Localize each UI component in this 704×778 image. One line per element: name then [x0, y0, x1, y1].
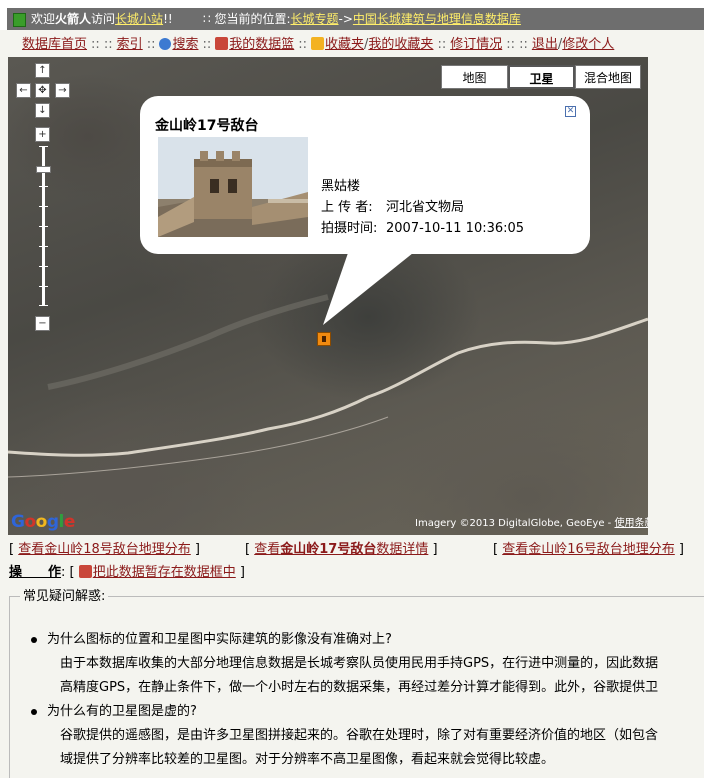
site-link[interactable]: 长城小站	[115, 12, 163, 26]
faq-question: 为什么有的卫星图是虚的?	[47, 704, 197, 719]
faq-answer: 由于本数据库收集的大部分地理信息数据是长城考察队员使用民用手持GPS，在行进中测…	[47, 652, 658, 676]
welcome-prefix: 欢迎	[31, 12, 56, 26]
cur-name: 金山岭17号敌台	[280, 542, 377, 557]
breadcrumb-topic[interactable]: 长城专题	[291, 12, 339, 26]
time-value: 2007-10-11 10:36:05	[386, 221, 525, 236]
time-label: 拍摄时间:	[321, 221, 378, 236]
welcome-suffix: !!	[163, 12, 173, 26]
breadcrumb-database[interactable]: 中国长城建筑与地理信息数据库	[353, 12, 521, 26]
logo-letter: o	[35, 512, 48, 532]
welcome-middle: 访问	[91, 12, 116, 26]
nav-index[interactable]: 索引	[117, 37, 143, 52]
faq-answer: 域提供了分辨率比较差的卫星图。对于分辨率不高卫星图像，看起来就会觉得比较虚。	[47, 748, 658, 772]
tower-marker-icon[interactable]	[317, 332, 331, 346]
current-tower-link[interactable]: 查看金山岭17号敌台数据详情	[254, 542, 428, 557]
location-label: ∷ 您当前的位置:	[203, 12, 291, 26]
prev-pre: 查看	[18, 542, 45, 557]
close-icon[interactable]: ✕	[565, 106, 576, 117]
watchtower-image	[158, 137, 308, 237]
cur-pre: 查看	[254, 542, 281, 557]
cur-post: 数据详情	[376, 542, 429, 557]
uploader-label: 上 传 者:	[321, 200, 373, 215]
save-to-basket-link[interactable]: 把此数据暂存在数据框中	[93, 565, 236, 580]
logo-letter: g	[46, 512, 59, 532]
search-icon	[159, 38, 172, 50]
faq-answer-line: 谷歌提供的遥感图，是由许多卫星图拼接起来的。谷歌在处理时，除了对有重要经济价值的…	[60, 728, 659, 743]
nav-revisions[interactable]: 修订情况	[450, 37, 502, 52]
google-logo: Google	[11, 512, 75, 532]
basket-icon	[78, 565, 92, 578]
tower-links: [ 查看金山岭18号敌台地理分布 ] [ 查看金山岭17号敌台数据详情 ] [ …	[0, 540, 704, 560]
satellite-map[interactable]: 地图 卫星 混合地图 ↑ ← ✥ → ↓ + − ✕ 金山岭17号敌台 黑姑楼 …	[8, 57, 648, 535]
time-row: 拍摄时间: 2007-10-11 10:36:05	[321, 218, 524, 239]
next-tower-link[interactable]: 查看金山岭16号敌台地理分布	[502, 542, 675, 557]
faq-answer: 谷歌提供的遥感图，是由许多卫星图拼接起来的。谷歌在处理时，除了对有重要经济价值的…	[47, 724, 658, 748]
faq-answer: 高精度GPS，在静止条件下，做一个小时左右的数据采集，再经过差分计算才能得到。此…	[47, 676, 658, 700]
prev-tower-link[interactable]: 查看金山岭18号敌台地理分布	[18, 542, 191, 557]
next-pre: 查看	[502, 542, 529, 557]
nav-favorites[interactable]: 收藏夹	[325, 37, 364, 52]
basket-icon	[215, 37, 229, 50]
faq-title: 常见疑问解惑:	[20, 589, 109, 605]
faq-question: 为什么图标的位置和卫星图中实际建筑的影像没有准确对上?	[47, 632, 392, 647]
operations-label: 操 作	[9, 565, 62, 580]
bullet	[31, 637, 37, 643]
faq-answer-line: 域提供了分辨率比较差的卫星图。对于分辨率不高卫星图像，看起来就会觉得比较虚。	[60, 752, 555, 767]
top-bar: 欢迎火箭人访问长城小站!! ∷ 您当前的位置:长城专题->中国长城建筑与地理信息…	[0, 0, 704, 30]
logo-letter: o	[24, 512, 36, 532]
cur-link-wrap: [ 查看金山岭17号敌台数据详情 ]	[245, 542, 438, 557]
nav-logout[interactable]: 退出	[532, 37, 558, 52]
prev-post: 地理分布	[138, 542, 191, 557]
username: 火箭人	[55, 12, 92, 26]
imagery-text: Imagery ©2013 DigitalGlobe, GeoEye -	[415, 518, 615, 529]
nav-bar: 数据库首页:: :: 索引:: 搜索:: 我的数据篮:: 收藏夹/我的收藏夹:: 修订情况…	[22, 37, 615, 52]
photo-name: 黑姑楼	[321, 179, 361, 194]
nav-sep: :: ::	[506, 37, 528, 52]
nav-my-favorites[interactable]: 我的收藏夹	[368, 37, 433, 52]
faq-item: 为什么有的卫星图是虚的?	[31, 700, 658, 724]
nav-sep: ::	[437, 37, 447, 52]
home-icon	[13, 13, 26, 27]
prev-name: 金山岭18号敌台	[44, 542, 139, 557]
popup-title: 金山岭17号敌台	[155, 118, 259, 134]
nav-edit-profile[interactable]: 修改个人	[562, 37, 614, 52]
nav-my-basket[interactable]: 我的数据篮	[229, 37, 294, 52]
next-post: 地理分布	[622, 542, 675, 557]
popup-info: 黑姑楼 上 传 者: 河北省文物局 拍摄时间: 2007-10-11 10:36:0…	[321, 176, 524, 239]
operations-row: 操 作: [ 把此数据暂存在数据框中 ]	[9, 565, 245, 580]
nav-search[interactable]: 搜索	[172, 37, 198, 52]
faq-answer-line: 由于本数据库收集的大部分地理信息数据是长城考察队员使用民用手持GPS，在行进中测…	[60, 656, 659, 671]
faq-item: 为什么图标的位置和卫星图中实际建筑的影像没有准确对上?	[31, 628, 658, 652]
faq-list: 为什么图标的位置和卫星图中实际建筑的影像没有准确对上? 由于本数据库收集的大部分…	[31, 628, 658, 772]
nav-sep: :: ::	[91, 37, 113, 52]
welcome-text: 欢迎火箭人访问长城小站!!	[31, 8, 173, 30]
next-name: 金山岭16号敌台	[528, 542, 623, 557]
imagery-credit: Imagery ©2013 DigitalGlobe, GeoEye - 使用条…	[415, 514, 648, 529]
nav-home[interactable]: 数据库首页	[22, 37, 87, 52]
favorites-icon	[311, 37, 325, 50]
nav-sep: ::	[298, 37, 308, 52]
welcome-bar: 欢迎火箭人访问长城小站!! ∷ 您当前的位置:长城专题->中国长城建筑与地理信息…	[7, 8, 704, 30]
tower-photo[interactable]	[158, 137, 308, 237]
logo-letter: G	[11, 512, 25, 532]
next-link-wrap: [ 查看金山岭16号敌台地理分布 ]	[493, 542, 685, 557]
breadcrumb: ∷ 您当前的位置:长城专题->中国长城建筑与地理信息数据库	[203, 8, 521, 30]
info-popup: ✕ 金山岭17号敌台 黑姑楼 上 传 者: 河北省文物局 拍摄时间: 2007-…	[140, 96, 590, 254]
breadcrumb-sep: ->	[338, 12, 353, 26]
prev-link-wrap: [ 查看金山岭18号敌台地理分布 ]	[9, 542, 201, 557]
nav-sep: ::	[202, 37, 212, 52]
logo-letter: e	[63, 512, 76, 532]
bullet	[31, 709, 37, 715]
terms-link[interactable]: 使用条款	[614, 518, 648, 529]
uploader-row: 上 传 者: 河北省文物局	[321, 197, 524, 218]
uploader-value: 河北省文物局	[386, 200, 465, 215]
faq-section: 常见疑问解惑: 为什么图标的位置和卫星图中实际建筑的影像没有准确对上? 由于本数…	[9, 589, 704, 778]
nav-sep: ::	[146, 37, 156, 52]
faq-answer-line: 高精度GPS，在静止条件下，做一个小时左右的数据采集，再经过差分计算才能得到。此…	[60, 680, 659, 695]
